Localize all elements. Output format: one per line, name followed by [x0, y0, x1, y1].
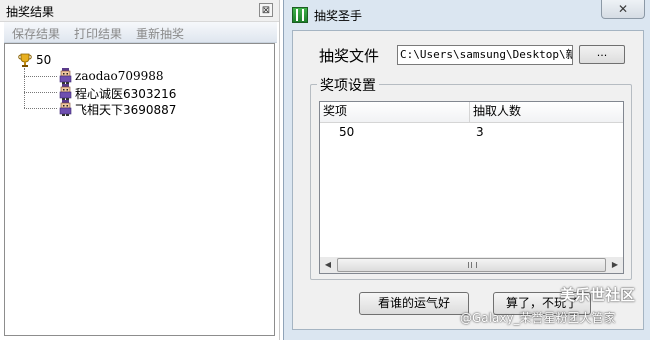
- dialog-titlebar[interactable]: 抽奖圣手 ✕: [284, 0, 650, 30]
- watermark-credit: @Galaxy_荣誉星粉团大管家: [460, 311, 616, 325]
- menu-save-results[interactable]: 保存结果: [12, 25, 60, 42]
- winner-name: 飞相天下3690887: [75, 103, 177, 117]
- user-icon: [59, 100, 72, 116]
- results-panel-title: 抽奖结果: [6, 5, 55, 19]
- results-panel: 抽奖结果 ⊠ 保存结果 打印结果 重新抽奖 50 zaodao709988 程心…: [0, 0, 280, 340]
- prize-list[interactable]: 奖项 抽取人数 50 3 ◀ ▶: [319, 101, 624, 274]
- tree-connector: [24, 68, 25, 108]
- prize-settings-title: 奖项设置: [317, 75, 379, 95]
- menu-redraw[interactable]: 重新抽奖: [136, 25, 184, 42]
- browse-button[interactable]: ...: [579, 45, 625, 64]
- panel-close-button[interactable]: ⊠: [259, 3, 273, 17]
- results-tree[interactable]: 50 zaodao709988 程心诚医6303216 飞相天下3690887: [4, 43, 275, 336]
- results-menubar: 保存结果 打印结果 重新抽奖: [4, 22, 277, 43]
- user-icon: [59, 68, 72, 84]
- winner-name: 程心诚医6303216: [75, 87, 177, 101]
- grip-icon: [468, 262, 477, 268]
- user-icon: [59, 84, 72, 100]
- watermark-site-name: 美乐世社区: [560, 286, 636, 304]
- draw-count-cell: 3: [476, 125, 484, 139]
- horizontal-scrollbar[interactable]: ◀ ▶: [320, 257, 623, 273]
- menu-print-results[interactable]: 打印结果: [74, 25, 122, 42]
- trophy-icon: [18, 53, 32, 67]
- app-icon: [292, 7, 308, 23]
- table-row[interactable]: 50 3: [320, 123, 623, 141]
- scroll-left-icon[interactable]: ◀: [320, 257, 336, 273]
- prize-list-header: 奖项 抽取人数: [320, 102, 623, 123]
- dialog-close-button[interactable]: ✕: [601, 0, 645, 19]
- lottery-file-label: 抽奖文件: [319, 47, 380, 65]
- lottery-file-path-field[interactable]: C:\Users\samsung\Desktop\新建: [397, 45, 573, 65]
- column-header-draw-count[interactable]: 抽取人数: [470, 102, 623, 122]
- tree-root-label: 50: [36, 53, 52, 67]
- prize-cell: 50: [339, 125, 355, 139]
- column-header-prize[interactable]: 奖项: [320, 102, 470, 122]
- scroll-thumb[interactable]: [337, 258, 606, 272]
- scroll-right-icon[interactable]: ▶: [607, 257, 623, 273]
- winner-name: zaodao709988: [75, 69, 164, 83]
- start-draw-button[interactable]: 看谁的运气好: [359, 292, 469, 315]
- dialog-title: 抽奖圣手: [314, 9, 363, 23]
- results-panel-titlebar: 抽奖结果 ⊠: [0, 0, 279, 22]
